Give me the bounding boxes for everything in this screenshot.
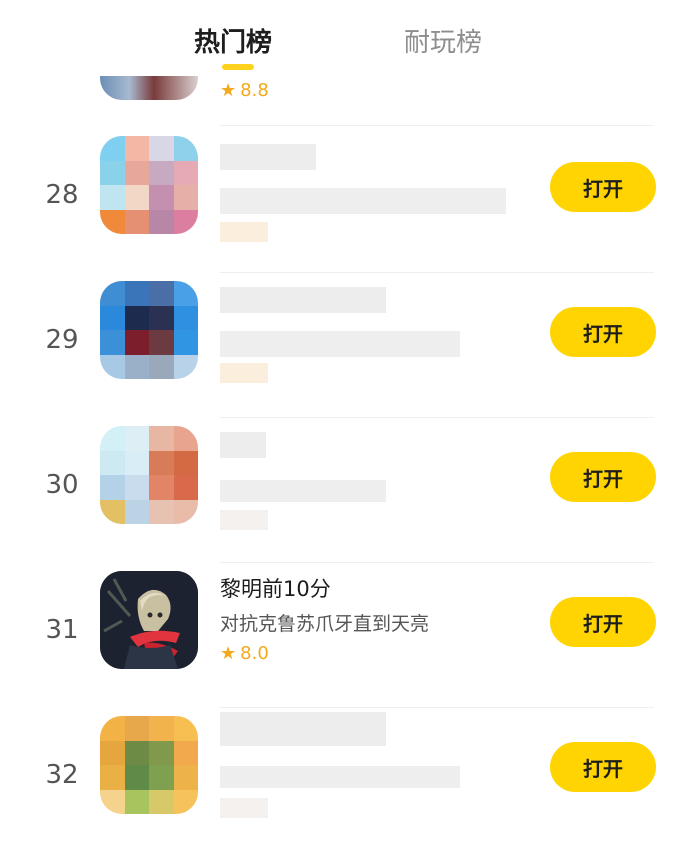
rating-value: 8.0 <box>240 643 269 664</box>
list-item[interactable]: 30 打开 <box>0 418 682 563</box>
blurred-subtitle <box>220 480 386 502</box>
open-button[interactable]: 打开 <box>550 742 656 792</box>
rank-number: 29 <box>45 325 79 355</box>
open-button[interactable]: 打开 <box>550 162 656 212</box>
tab-durable-chart[interactable]: 耐玩榜 <box>404 26 482 60</box>
divider <box>220 125 654 126</box>
ranking-list[interactable]: ★ 8.8 28 打开 29 打开 30 打开 31 黎明前10分 对抗克鲁苏爪… <box>0 76 682 844</box>
list-item[interactable]: 32 打开 <box>0 708 682 844</box>
open-button[interactable]: 打开 <box>550 597 656 647</box>
blurred-title <box>220 432 266 458</box>
rank-number: 32 <box>45 760 79 790</box>
rank-number: 30 <box>45 470 79 500</box>
app-icon <box>100 281 198 379</box>
open-button[interactable]: 打开 <box>550 452 656 502</box>
active-tab-indicator <box>222 64 254 70</box>
rating-value: 8.8 <box>240 80 269 101</box>
blurred-rating <box>220 798 268 818</box>
rank-number: 31 <box>45 615 79 645</box>
blurred-title <box>220 712 386 746</box>
tab-hot-chart[interactable]: 热门榜 <box>194 26 272 60</box>
rank-number: 28 <box>45 180 79 210</box>
game-character-icon <box>100 571 198 669</box>
top-tab-bar: 热门榜 耐玩榜 <box>0 0 682 76</box>
star-icon: ★ <box>220 80 237 101</box>
app-rating: ★ 8.0 <box>220 643 269 664</box>
blurred-rating <box>220 363 268 383</box>
list-item[interactable]: 28 打开 <box>0 128 682 273</box>
blurred-title <box>220 144 316 170</box>
app-icon <box>100 571 198 669</box>
app-icon <box>100 136 198 234</box>
blurred-rating <box>220 510 268 530</box>
app-icon <box>100 426 198 524</box>
list-item[interactable]: ★ 8.8 <box>0 76 682 126</box>
blurred-title <box>220 287 386 313</box>
app-icon <box>100 76 198 100</box>
list-item[interactable]: 31 黎明前10分 对抗克鲁苏爪牙直到天亮 ★ 8.0 打开 <box>0 563 682 708</box>
app-title: 黎明前10分 <box>220 577 331 601</box>
app-subtitle: 对抗克鲁苏爪牙直到天亮 <box>220 613 430 635</box>
blurred-subtitle <box>220 331 460 357</box>
app-rating: ★ 8.8 <box>220 80 269 101</box>
blurred-subtitle <box>220 766 460 788</box>
blurred-subtitle <box>220 188 506 214</box>
app-icon <box>100 716 198 814</box>
list-item[interactable]: 29 打开 <box>0 273 682 418</box>
star-icon: ★ <box>220 643 237 664</box>
open-button[interactable]: 打开 <box>550 307 656 357</box>
blurred-rating <box>220 222 268 242</box>
